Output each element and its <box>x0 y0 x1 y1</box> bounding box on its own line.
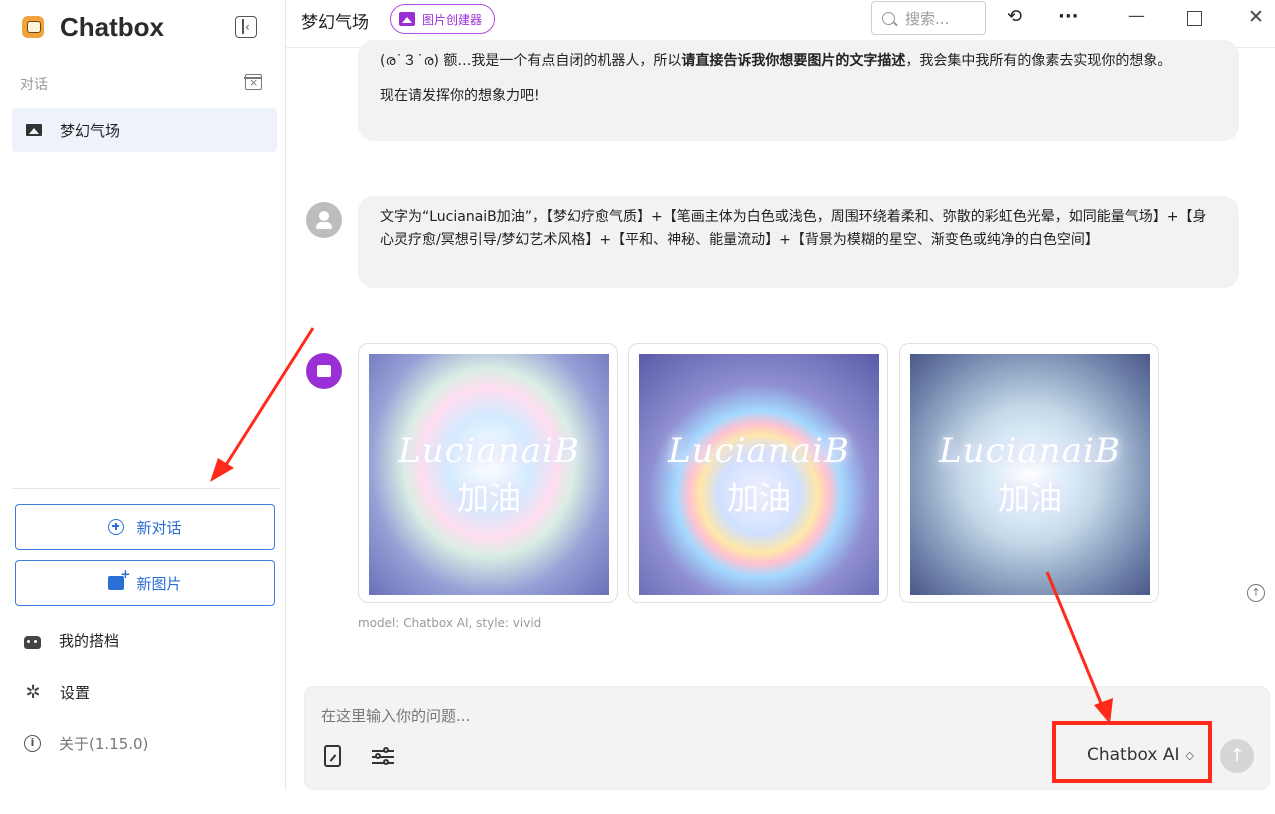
assistant-message: (ര˙３˙ര) 额…我是一个有点自闭的机器人，所以请直接告诉我你想要图片的文字描… <box>358 40 1239 141</box>
new-image-button[interactable]: 新图片 <box>15 560 275 606</box>
chevron-left-icon: ‹ <box>245 20 250 34</box>
generated-image[interactable]: LucianaiB 加油 <box>910 354 1150 595</box>
info-icon: i <box>24 735 41 752</box>
plus-circle-icon <box>108 519 125 535</box>
generated-image-card[interactable]: LucianaiB 加油 <box>899 343 1159 603</box>
search-input[interactable]: 搜索... <box>871 1 986 35</box>
image-add-icon <box>108 567 130 590</box>
image-lettering: LucianaiB <box>398 430 580 471</box>
intro-text-bold: 请直接告诉我你想要图片的文字描述 <box>681 53 906 69</box>
image-lettering-sub: 加油 <box>456 478 521 517</box>
image-creator-avatar <box>306 353 342 389</box>
menu-label: 设置 <box>60 684 91 702</box>
new-chat-button[interactable]: 新对话 <box>15 504 275 550</box>
conversation-item[interactable]: 梦幻气场 <box>12 108 277 152</box>
more-options-icon[interactable]: ··· <box>1058 6 1079 27</box>
image-icon <box>399 12 415 26</box>
intro-text-part: (ര˙３˙ര) 额…我是一个有点自闭的机器人，所以 <box>380 53 682 69</box>
menu-item-about[interactable]: i 关于(1.15.0) <box>24 733 148 754</box>
search-placeholder: 搜索... <box>905 9 950 28</box>
maximize-button[interactable] <box>1187 11 1202 26</box>
send-button[interactable]: ↑ <box>1220 739 1254 773</box>
assistant-intro-text: (ര˙３˙ര) 额…我是一个有点自闭的机器人，所以请直接告诉我你想要图片的文字描… <box>380 50 1217 73</box>
menu-item-settings[interactable]: ✲ 设置 <box>24 682 90 703</box>
clear-conversations-icon[interactable] <box>244 74 262 90</box>
user-message: 文字为“LucianaiB加油”，【梦幻疗愈气质】+【笔画主体为白色或浅色，周围… <box>358 196 1239 288</box>
section-label: 对话 <box>20 77 48 93</box>
chip-label: 图片创建器 <box>422 12 483 27</box>
image-creator-chip[interactable]: 图片创建器 <box>390 4 496 34</box>
conversation-label: 梦幻气场 <box>60 121 121 140</box>
generated-image-card[interactable]: LucianaiB 加油 <box>628 343 888 603</box>
gear-icon: ✲ <box>25 681 41 703</box>
image-lettering-sub: 加油 <box>997 478 1062 517</box>
message-input[interactable]: 在这里输入你的问题... <box>321 705 470 726</box>
image-model-caption: model: Chatbox AI, style: vivid <box>358 616 542 630</box>
image-icon <box>26 124 42 136</box>
user-prompt-text: 文字为“LucianaiB加油”，【梦幻疗愈气质】+【笔画主体为白色或浅色，周围… <box>380 209 1207 248</box>
chatbox-logo-icon <box>22 16 44 38</box>
chatbox-window: Chatbox ‹ 对话 梦幻气场 新对话 新图片 我的搭档 ✲ 设置 i 关于… <box>0 0 1275 814</box>
intro-text-part: ，我会集中我所有的像素去实现你的想象。 <box>905 53 1172 69</box>
close-button[interactable]: ✕ <box>1248 6 1264 28</box>
attach-file-icon[interactable] <box>324 745 341 767</box>
conversation-title[interactable]: 梦幻气场 <box>301 8 369 33</box>
search-icon <box>882 11 895 25</box>
image-lettering: LucianaiB <box>668 430 850 471</box>
image-lettering-sub: 加油 <box>726 478 791 517</box>
minimize-button[interactable]: — <box>1128 6 1145 26</box>
generated-image[interactable]: LucianaiB 加油 <box>369 354 609 595</box>
menu-item-copilots[interactable]: 我的搭档 <box>24 630 119 651</box>
brand: Chatbox <box>22 12 164 42</box>
user-avatar <box>306 202 342 238</box>
sliders-icon[interactable] <box>372 747 394 766</box>
menu-label: 我的搭档 <box>59 632 120 650</box>
sidebar-divider <box>12 488 280 489</box>
assistant-intro-cta: 现在请发挥你的想象力吧! <box>380 88 540 104</box>
generated-image[interactable]: LucianaiB 加油 <box>639 354 879 595</box>
annotation-highlight-box <box>1052 721 1212 783</box>
brand-name: Chatbox <box>60 11 164 42</box>
history-icon[interactable]: ⟲ <box>1007 6 1022 27</box>
generated-image-card[interactable]: LucianaiB 加油 <box>358 343 618 603</box>
collapse-sidebar-button[interactable]: ‹ <box>235 16 257 38</box>
sidebar: Chatbox ‹ 对话 梦幻气场 新对话 新图片 我的搭档 ✲ 设置 i 关于… <box>0 0 286 790</box>
menu-label: 关于(1.15.0) <box>59 735 149 753</box>
robot-icon <box>24 635 41 649</box>
new-chat-label: 新对话 <box>136 518 182 537</box>
new-image-label: 新图片 <box>136 574 182 593</box>
image-lettering: LucianaiB <box>939 430 1121 471</box>
scroll-to-top-icon[interactable]: ↑ <box>1247 584 1265 602</box>
